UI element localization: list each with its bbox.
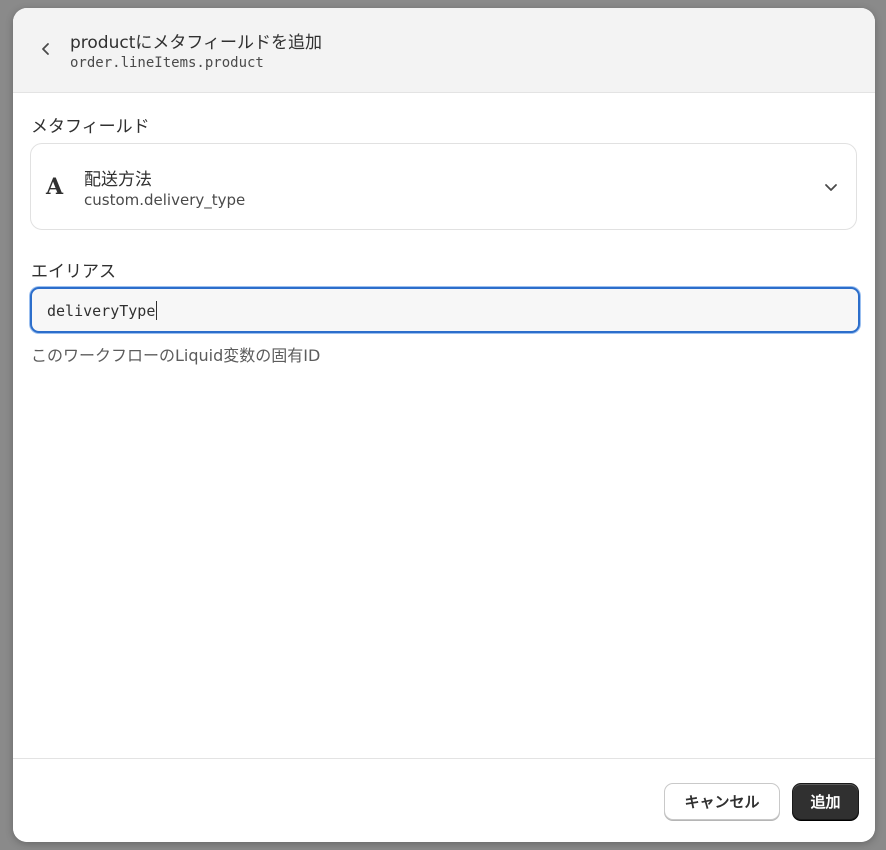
modal-header: productにメタフィールドを追加 order.lineItems.produ… [13, 8, 875, 93]
alias-input-value: deliveryType [47, 301, 158, 320]
alias-label: エイリアス [31, 262, 116, 282]
metafield-key: custom.delivery_type [84, 191, 246, 209]
modal-footer: キャンセル 追加 [13, 758, 875, 842]
metafield-label: メタフィールド [31, 117, 150, 137]
chevron-down-icon [825, 184, 837, 191]
add-metafield-modal: productにメタフィールドを追加 order.lineItems.produ… [13, 8, 875, 842]
text-type-icon: A [46, 174, 64, 200]
metafield-name: 配送方法 [84, 170, 152, 190]
text-caret [156, 301, 158, 320]
modal-title: productにメタフィールドを追加 [70, 33, 323, 53]
add-button[interactable]: 追加 [792, 783, 859, 820]
metafield-select[interactable]: A 配送方法 custom.delivery_type [30, 143, 857, 230]
chevron-left-icon [42, 43, 49, 55]
alias-input[interactable]: deliveryType [30, 287, 860, 333]
back-button[interactable] [35, 38, 57, 60]
alias-help-text: このワークフローのLiquid変数の固有ID [31, 346, 321, 365]
modal-subtitle: order.lineItems.product [70, 55, 264, 71]
alias-value-text: deliveryType [47, 302, 156, 320]
cancel-button[interactable]: キャンセル [664, 783, 780, 820]
